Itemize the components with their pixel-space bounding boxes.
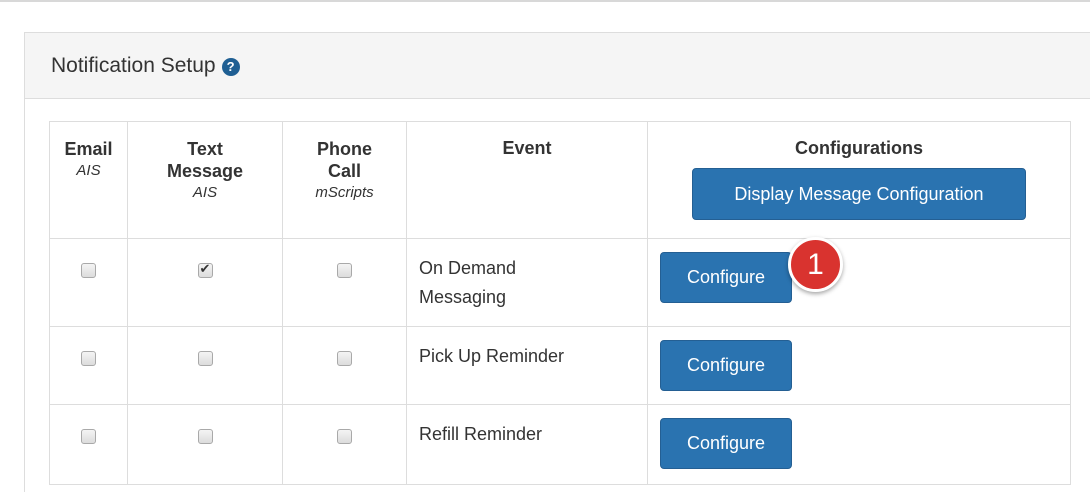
header-email: Email AIS <box>49 121 128 239</box>
header-text-message: Text Message AIS <box>127 121 283 239</box>
text-checkbox[interactable] <box>197 351 213 366</box>
configure-button[interactable]: Configure <box>660 418 792 469</box>
table-row: Refill Reminder Configure <box>49 404 1071 485</box>
text-cell <box>127 404 283 485</box>
header-event-label: Event <box>502 138 552 158</box>
email-checkbox[interactable] <box>81 263 96 278</box>
notification-setup-panel: Notification Setup ? Email AIS Text Mess… <box>24 32 1090 492</box>
header-email-label: Email <box>64 139 113 159</box>
panel-heading: Notification Setup ? <box>25 33 1090 99</box>
phone-cell <box>282 404 407 485</box>
table-row: Pick Up Reminder Configure <box>49 326 1071 405</box>
configure-button[interactable]: Configure <box>660 252 792 303</box>
phone-checkbox[interactable] <box>337 351 352 366</box>
window-frame: Notification Setup ? Email AIS Text Mess… <box>0 0 1090 492</box>
header-phone-call: Phone Call mScripts <box>282 121 407 239</box>
event-label: Pick Up Reminder <box>419 346 565 366</box>
email-checkbox[interactable] <box>81 429 96 444</box>
event-cell: Pick Up Reminder <box>406 326 648 405</box>
header-phone-provider: mScripts <box>315 184 374 201</box>
header-phone-label-1: Phone <box>316 139 372 159</box>
configure-cell: Configure <box>647 404 1071 485</box>
notification-table: Email AIS Text Message AIS Phone Call mS… <box>49 121 1071 485</box>
phone-cell <box>282 326 407 405</box>
table-row: On Demand Messaging Configure 1 <box>49 237 1071 327</box>
email-checkbox[interactable] <box>81 351 96 366</box>
configure-cell: Configure <box>647 326 1071 405</box>
event-label-line2: Messaging <box>419 287 507 307</box>
header-configurations: Configurations Display Message Configura… <box>647 121 1071 239</box>
header-phone-label-2: Call <box>327 161 361 181</box>
header-configurations-label: Configurations <box>795 138 923 158</box>
text-cell <box>127 238 283 327</box>
event-cell: Refill Reminder <box>406 404 648 485</box>
text-cell <box>127 326 283 405</box>
phone-checkbox[interactable] <box>337 263 352 278</box>
header-text-label-2: Message <box>166 161 244 181</box>
header-email-provider: AIS <box>76 162 101 179</box>
event-cell: On Demand Messaging <box>406 238 648 327</box>
callout-badge: 1 <box>788 237 843 292</box>
event-label: On Demand <box>419 258 517 278</box>
email-cell <box>49 404 128 485</box>
phone-cell <box>282 238 407 327</box>
configure-cell: Configure 1 <box>647 237 1071 327</box>
header-event: Event <box>406 121 648 239</box>
display-message-configuration-button[interactable]: Display Message Configuration <box>692 168 1026 220</box>
text-checkbox[interactable] <box>197 429 213 444</box>
phone-checkbox[interactable] <box>337 429 352 444</box>
event-label: Refill Reminder <box>419 424 543 444</box>
table-header-row: Email AIS Text Message AIS Phone Call mS… <box>49 121 1071 239</box>
email-cell <box>49 326 128 405</box>
panel-title: Notification Setup <box>51 53 216 77</box>
header-text-label-1: Text <box>187 139 223 159</box>
header-text-provider: AIS <box>192 184 218 201</box>
configure-button[interactable]: Configure <box>660 340 792 391</box>
email-cell <box>49 238 128 327</box>
text-checkbox[interactable] <box>197 261 213 278</box>
question-circle-icon[interactable]: ? <box>221 57 240 76</box>
